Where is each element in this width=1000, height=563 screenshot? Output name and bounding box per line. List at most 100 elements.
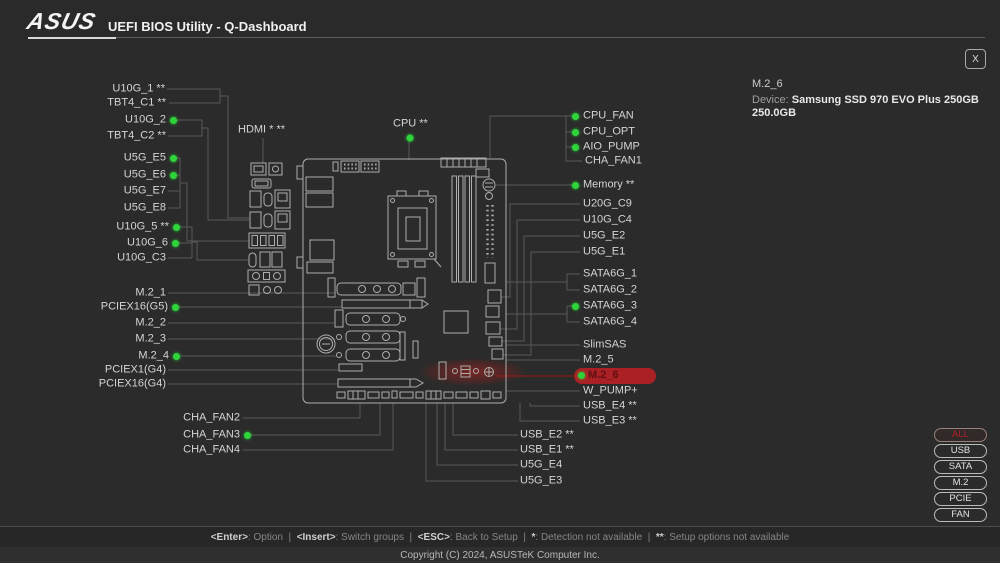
detected-status-dot xyxy=(173,224,180,231)
filter-button-sata[interactable]: SATA xyxy=(934,460,987,474)
connector-label-w-pump[interactable]: W_PUMP+ xyxy=(583,385,638,398)
legend-key: ** xyxy=(656,532,664,543)
connector-label-sata6g-2[interactable]: SATA6G_2 xyxy=(583,284,637,297)
connector-label-usb-e2[interactable]: USB_E2 ** xyxy=(520,429,574,442)
detected-status-dot xyxy=(572,113,579,120)
detected-status-dot xyxy=(572,303,579,310)
connector-label-u10g-1[interactable]: U10G_1 ** xyxy=(112,83,165,96)
connector-label-m-2-4[interactable]: M.2_4 xyxy=(138,350,169,363)
connector-label-cpu-opt[interactable]: CPU_OPT xyxy=(583,126,635,139)
connector-label-usb-e4[interactable]: USB_E4 ** xyxy=(583,400,637,413)
connector-label-text: U5G_E3 xyxy=(520,475,562,487)
key-legend-bar: <Enter>: Option | <Insert>: Switch group… xyxy=(0,526,1000,547)
connector-label-m-2-3[interactable]: M.2_3 xyxy=(135,333,166,346)
legend-desc: : Option xyxy=(248,532,283,543)
connector-label-u5g-e5[interactable]: U5G_E5 xyxy=(124,152,166,165)
detected-status-dot xyxy=(170,117,177,124)
connector-label-m-2-1[interactable]: M.2_1 xyxy=(135,287,166,300)
connector-label-tbt4-c1[interactable]: TBT4_C1 ** xyxy=(107,97,166,110)
filter-button-usb[interactable]: USB xyxy=(934,444,987,458)
connector-label-u5g-e3[interactable]: U5G_E3 xyxy=(520,475,562,488)
detected-status-dot xyxy=(170,155,177,162)
connector-label-text: SATA6G_2 xyxy=(583,284,637,296)
filter-button-fan[interactable]: FAN xyxy=(934,508,987,522)
close-button[interactable]: X xyxy=(965,49,986,69)
connector-label-u10g-c3[interactable]: U10G_C3 xyxy=(117,252,166,265)
connector-label-text: PCIEX1(G4) xyxy=(105,364,166,376)
connector-label-text: TBT4_C2 ** xyxy=(107,130,166,142)
connector-label-text: M.2_5 xyxy=(583,354,614,366)
filter-button-pcie[interactable]: PCIE xyxy=(934,492,987,506)
connector-label-cha-fan2[interactable]: CHA_FAN2 xyxy=(183,412,240,425)
connector-label-text: HDMI * ** xyxy=(238,124,285,136)
connector-label-u10g-5[interactable]: U10G_5 ** xyxy=(116,221,169,234)
connector-label-m-2-6[interactable]: M.2_6 xyxy=(574,368,656,384)
connector-label-text: U5G_E5 xyxy=(124,152,166,164)
connector-label-cha-fan3[interactable]: CHA_FAN3 xyxy=(183,429,240,442)
connector-label-text: CHA_FAN2 xyxy=(183,412,240,424)
connector-label-text: PCIEX16(G5) xyxy=(101,301,168,313)
connector-label-u20g-c9[interactable]: U20G_C9 xyxy=(583,198,632,211)
connector-label-pciex16-g5[interactable]: PCIEX16(G5) xyxy=(101,301,168,314)
connector-label-sata6g-1[interactable]: SATA6G_1 xyxy=(583,268,637,281)
connector-label-cpu[interactable]: CPU ** xyxy=(393,118,428,131)
filter-button-all[interactable]: ALL xyxy=(934,428,987,442)
connector-label-aio-pump[interactable]: AIO_PUMP xyxy=(583,141,640,154)
connector-label-hdmi[interactable]: HDMI * ** xyxy=(238,124,285,137)
connector-label-u5g-e2[interactable]: U5G_E2 xyxy=(583,230,625,243)
legend-key: <ESC> xyxy=(418,532,450,543)
connector-label-u10g-6[interactable]: U10G_6 xyxy=(127,237,168,250)
filter-button-m-2[interactable]: M.2 xyxy=(934,476,987,490)
connector-label-text: U5G_E8 xyxy=(124,202,166,214)
connector-label-text: AIO_PUMP xyxy=(583,141,640,153)
detected-status-dot xyxy=(244,432,251,439)
connector-label-m-2-5[interactable]: M.2_5 xyxy=(583,354,614,367)
connector-label-sata6g-3[interactable]: SATA6G_3 xyxy=(583,300,637,313)
connector-label-usb-e1[interactable]: USB_E1 ** xyxy=(520,444,574,457)
device-label: Device: xyxy=(752,94,792,106)
connector-label-u10g-c4[interactable]: U10G_C4 xyxy=(583,214,632,227)
connector-label-u5g-e1[interactable]: U5G_E1 xyxy=(583,246,625,259)
page-title: UEFI BIOS Utility - Q-Dashboard xyxy=(108,19,307,34)
connector-label-text: CHA_FAN1 xyxy=(585,155,642,167)
connector-label-text: U5G_E2 xyxy=(583,230,625,242)
info-panel-device: Device: Samsung SSD 970 EVO Plus 250GB 2… xyxy=(752,94,996,120)
detected-status-dot xyxy=(172,240,179,247)
connector-label-u5g-e7[interactable]: U5G_E7 xyxy=(124,185,166,198)
connector-label-text: USB_E2 ** xyxy=(520,429,574,441)
connector-label-u5g-e4[interactable]: U5G_E4 xyxy=(520,459,562,472)
connector-label-usb-e3[interactable]: USB_E3 ** xyxy=(583,415,637,428)
connector-label-text: Memory ** xyxy=(583,179,634,191)
connector-label-m-2-2[interactable]: M.2_2 xyxy=(135,317,166,330)
connector-label-text: U10G_6 xyxy=(127,237,168,249)
legend-separator: | xyxy=(642,532,656,543)
connector-label-cha-fan1[interactable]: CHA_FAN1 xyxy=(585,155,642,168)
connector-label-text: SlimSAS xyxy=(583,339,626,351)
connector-label-text: M.2_1 xyxy=(135,287,166,299)
detected-status-dot xyxy=(170,172,177,179)
connector-label-text: U5G_E4 xyxy=(520,459,562,471)
connector-label-slimsas[interactable]: SlimSAS xyxy=(583,339,626,352)
connector-label-u5g-e8[interactable]: U5G_E8 xyxy=(124,202,166,215)
connector-label-pciex16-g4[interactable]: PCIEX16(G4) xyxy=(99,378,166,391)
connector-label-cha-fan4[interactable]: CHA_FAN4 xyxy=(183,444,240,457)
legend-desc: : Detection not available xyxy=(535,532,642,543)
connector-label-text: USB_E4 ** xyxy=(583,400,637,412)
connector-label-u10g-2[interactable]: U10G_2 xyxy=(125,114,166,127)
connector-label-text: SATA6G_4 xyxy=(583,316,637,328)
connector-label-text: SATA6G_1 xyxy=(583,268,637,280)
detected-status-dot xyxy=(572,182,579,189)
connector-label-text: M.2_4 xyxy=(138,350,169,362)
connector-label-cpu-fan[interactable]: CPU_FAN xyxy=(583,110,634,123)
rear-io-panel xyxy=(248,163,290,295)
connector-label-text: U10G_5 ** xyxy=(116,221,169,233)
connector-label-text: U10G_2 xyxy=(125,114,166,126)
connector-label-memory[interactable]: Memory ** xyxy=(583,179,634,192)
connector-label-text: M.2_6 xyxy=(588,369,619,381)
connector-label-text: M.2_2 xyxy=(135,317,166,329)
connector-label-sata6g-4[interactable]: SATA6G_4 xyxy=(583,316,637,329)
connector-label-u5g-e6[interactable]: U5G_E6 xyxy=(124,169,166,182)
connector-label-tbt4-c2[interactable]: TBT4_C2 ** xyxy=(107,130,166,143)
asus-logo: ASUS xyxy=(25,8,103,32)
connector-label-pciex1-g4[interactable]: PCIEX1(G4) xyxy=(105,364,166,377)
